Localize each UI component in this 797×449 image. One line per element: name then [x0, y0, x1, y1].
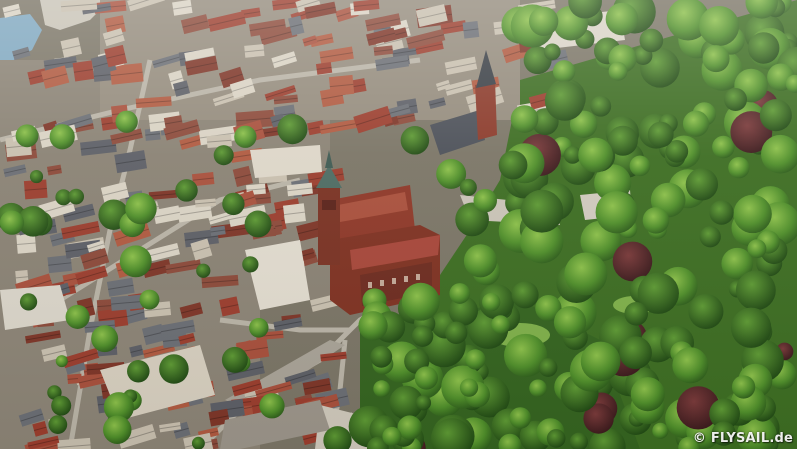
copyright-watermark: © FLYSAIL.de [692, 431, 793, 446]
aerial-photo: © FLYSAIL.de [0, 0, 797, 449]
